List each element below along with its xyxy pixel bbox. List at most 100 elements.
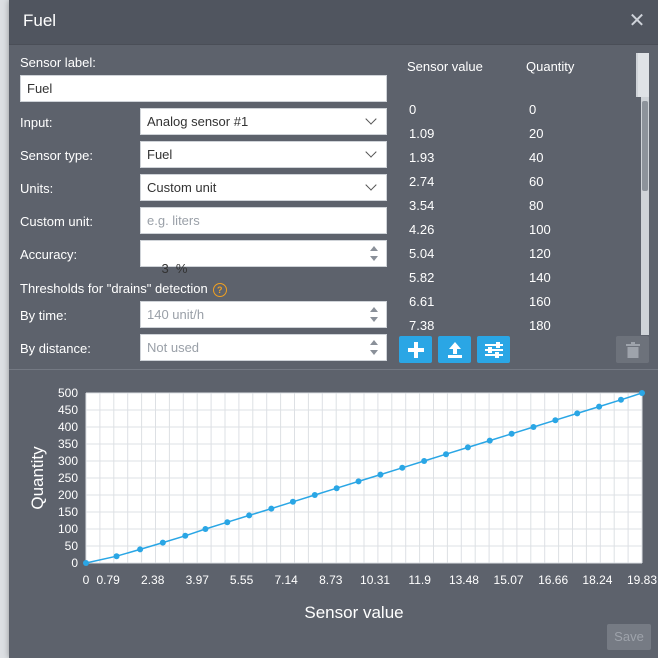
accuracy-input[interactable]: 3 % [140,240,387,276]
cell-quantity: 160 [529,294,551,309]
table-row[interactable]: 1.09 20 [398,122,641,146]
delete-row-button[interactable] [616,336,649,363]
x-tick-label: 8.73 [319,573,343,587]
data-point [268,505,275,512]
y-tick-label: 100 [58,522,78,536]
data-point [443,451,450,458]
units-value: Custom unit [147,180,217,195]
cell-sensor-value: 4.26 [409,222,435,237]
table-row[interactable]: 4.26 100 [398,218,641,242]
data-point [333,485,340,492]
close-icon[interactable]: ✕ [628,11,646,31]
data-point [574,410,581,417]
table-row[interactable]: 1.93 40 [398,146,641,170]
sensor-dialog: Fuel ✕ Sensor label: Fuel Input: Analog … [9,0,658,658]
dialog-titlebar: Fuel ✕ [9,0,658,45]
sensor-type-value: Fuel [147,147,173,162]
upload-icon [447,341,462,358]
data-point [311,492,318,498]
table-scrollbar[interactable] [641,97,649,335]
y-tick-label: 500 [58,386,78,400]
data-point [508,430,515,437]
sensor-type-select[interactable]: Fuel [140,141,387,168]
stepper-icon[interactable] [370,339,378,357]
cell-quantity: 100 [529,222,551,237]
cell-sensor-value: 1.93 [409,150,435,165]
by-distance-placeholder: Not used [147,340,200,355]
y-tick-label: 150 [58,505,78,519]
y-tick-label: 50 [65,539,79,553]
data-point [639,390,645,396]
table-row[interactable]: 6.61 160 [398,290,641,314]
help-icon[interactable]: ? [212,282,227,297]
data-point [137,546,144,553]
add-row-button[interactable] [399,336,432,363]
cell-sensor-value: 0 [409,102,417,117]
settings-button[interactable] [477,336,510,363]
data-point [596,403,603,410]
y-axis-label: Quantity [28,446,47,510]
cell-quantity: 180 [529,318,551,333]
column-sensor-value[interactable]: Sensor value [407,59,483,74]
x-tick-label: 10.31 [360,573,390,587]
cell-sensor-value: 7.38 [409,318,435,333]
column-quantity[interactable]: Quantity [526,59,574,74]
table-row[interactable]: 3.54 80 [398,194,641,218]
table-row[interactable]: 7.38 180 [398,314,641,338]
upload-button[interactable] [438,336,471,363]
x-tick-label: 3.97 [186,573,210,587]
x-tick-label: 18.24 [582,573,612,587]
calibration-chart: 0 50 100 150 200 250 300 350 400 450 500 0 0.79 2.38 3… [28,386,657,622]
cell-sensor-value: 5.04 [409,246,435,261]
table-header: Sensor value Quantity [398,53,649,98]
data-point [113,553,120,560]
chevron-down-icon [366,179,378,191]
x-tick-label: 19.83 [627,573,657,587]
y-tick-label: 300 [58,454,78,468]
sensor-label-input[interactable]: Fuel [20,75,387,102]
units-label: Units: [20,181,54,196]
data-point [421,458,428,464]
data-point [464,444,471,451]
sensor-type-label: Sensor type: [20,148,93,163]
cell-quantity: 140 [529,270,551,285]
sensor-label-label: Sensor label: [20,55,96,70]
data-point [486,437,493,444]
units-select[interactable]: Custom unit [140,174,387,201]
custom-unit-input[interactable]: e.g. liters [140,207,387,234]
stepper-icon[interactable] [370,306,378,324]
data-point [355,478,362,485]
cell-sensor-value: 3.54 [409,198,435,213]
cell-sensor-value: 6.61 [409,294,435,309]
data-point [399,464,406,471]
y-tick-label: 400 [58,420,78,434]
by-distance-input[interactable]: Not used [140,334,387,361]
chevron-down-icon [366,146,378,158]
y-tick-label: 450 [58,403,78,417]
table-row[interactable]: 00 [398,98,641,122]
stepper-icon[interactable] [370,245,378,263]
x-tick-label: 0.79 [96,573,120,587]
y-tick-label: 0 [71,556,78,570]
by-time-input[interactable]: 140 unit/h [140,301,387,328]
by-time-label: By time: [20,308,67,323]
table-row[interactable]: 5.82 140 [398,266,641,290]
input-select[interactable]: Analog sensor #1 [140,108,387,135]
trash-icon [625,341,640,358]
data-point [246,512,253,519]
x-tick-label: 11.9 [408,573,431,587]
plus-icon [407,341,424,358]
cell-sensor-value: 2.74 [409,174,435,189]
table-row[interactable]: 2.74 60 [398,170,641,194]
custom-unit-label: Custom unit: [20,214,93,229]
dialog-title: Fuel [23,11,57,30]
accuracy-value: 3 % [161,261,188,276]
save-button[interactable]: Save [607,624,651,650]
x-tick-label: 2.38 [141,573,165,587]
scrollbar-thumb[interactable] [642,101,648,191]
data-point [617,396,624,403]
data-point [224,519,231,526]
data-point [83,560,89,566]
input-select-value: Analog sensor #1 [147,114,249,129]
table-row[interactable]: 5.04 120 [398,242,641,266]
